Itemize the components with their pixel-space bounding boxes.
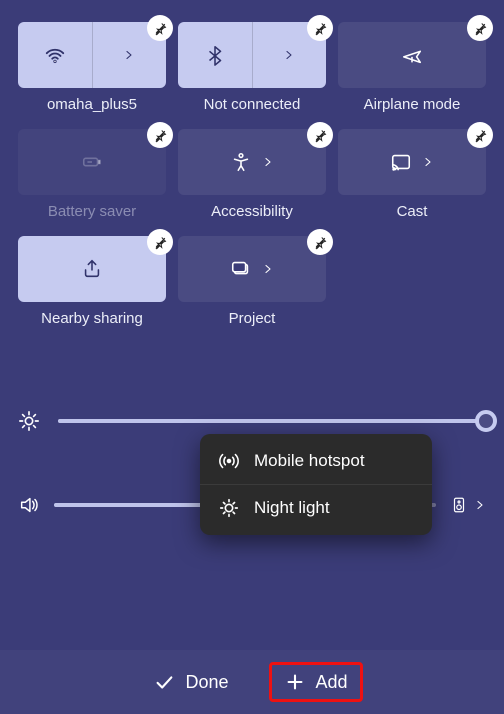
menu-item-nightlight[interactable]: Night light [200, 485, 432, 531]
wifi-icon [44, 44, 66, 66]
battery-icon [81, 151, 103, 173]
chevron-right-icon [123, 49, 135, 61]
airplane-icon [401, 44, 423, 66]
bluetooth-icon [204, 44, 226, 66]
tile-label: Airplane mode [364, 96, 461, 113]
tile-cast[interactable] [338, 129, 486, 195]
chevron-right-icon [422, 156, 434, 168]
volume-slider-row: Mobile hotspotNight light [18, 481, 486, 529]
tile-label: Accessibility [211, 203, 293, 220]
unpin-button[interactable] [147, 122, 173, 148]
add-button[interactable]: Add [269, 662, 363, 702]
done-button[interactable]: Done [141, 663, 240, 701]
volume-icon [18, 494, 40, 516]
add-label: Add [316, 672, 348, 693]
unpin-button[interactable] [467, 122, 493, 148]
tile-label: Not connected [204, 96, 301, 113]
add-menu: Mobile hotspot Night light [200, 434, 432, 535]
menu-item-label: Night light [254, 498, 330, 518]
output-chevron-icon[interactable] [474, 499, 486, 511]
tile-bluetooth-toggle[interactable] [178, 22, 253, 88]
unpin-button[interactable] [147, 229, 173, 255]
chevron-right-icon [262, 263, 274, 275]
chevron-right-icon [283, 49, 295, 61]
plus-icon [284, 671, 306, 693]
tile-label: Cast [397, 203, 428, 220]
unpin-button[interactable] [307, 122, 333, 148]
tile-battery [18, 129, 166, 195]
unpin-button[interactable] [147, 15, 173, 41]
nightlight-icon [218, 497, 240, 519]
access-icon [230, 151, 252, 173]
done-label: Done [185, 672, 228, 693]
brightness-slider[interactable] [58, 419, 486, 423]
unpin-button[interactable] [467, 15, 493, 41]
chevron-right-icon [262, 156, 274, 168]
tile-airplane[interactable] [338, 22, 486, 88]
tile-label: omaha_plus5 [47, 96, 137, 113]
tile-label: Battery saver [48, 203, 136, 220]
tile-share[interactable] [18, 236, 166, 302]
hotspot-icon [218, 450, 240, 472]
unpin-button[interactable] [307, 229, 333, 255]
check-icon [153, 671, 175, 693]
footer-bar: Done Add [0, 650, 504, 714]
tile-wifi[interactable] [18, 22, 166, 88]
share-icon [81, 258, 103, 280]
tile-access[interactable] [178, 129, 326, 195]
tile-project[interactable] [178, 236, 326, 302]
tile-label: Project [229, 310, 276, 327]
unpin-button[interactable] [307, 15, 333, 41]
tile-bluetooth[interactable] [178, 22, 326, 88]
menu-item-hotspot[interactable]: Mobile hotspot [200, 438, 432, 485]
brightness-icon [18, 410, 40, 432]
menu-item-label: Mobile hotspot [254, 451, 365, 471]
project-icon [230, 258, 252, 280]
cast-icon [390, 151, 412, 173]
tile-label: Nearby sharing [41, 310, 143, 327]
tile-wifi-toggle[interactable] [18, 22, 93, 88]
output-device-icon[interactable] [450, 492, 468, 518]
